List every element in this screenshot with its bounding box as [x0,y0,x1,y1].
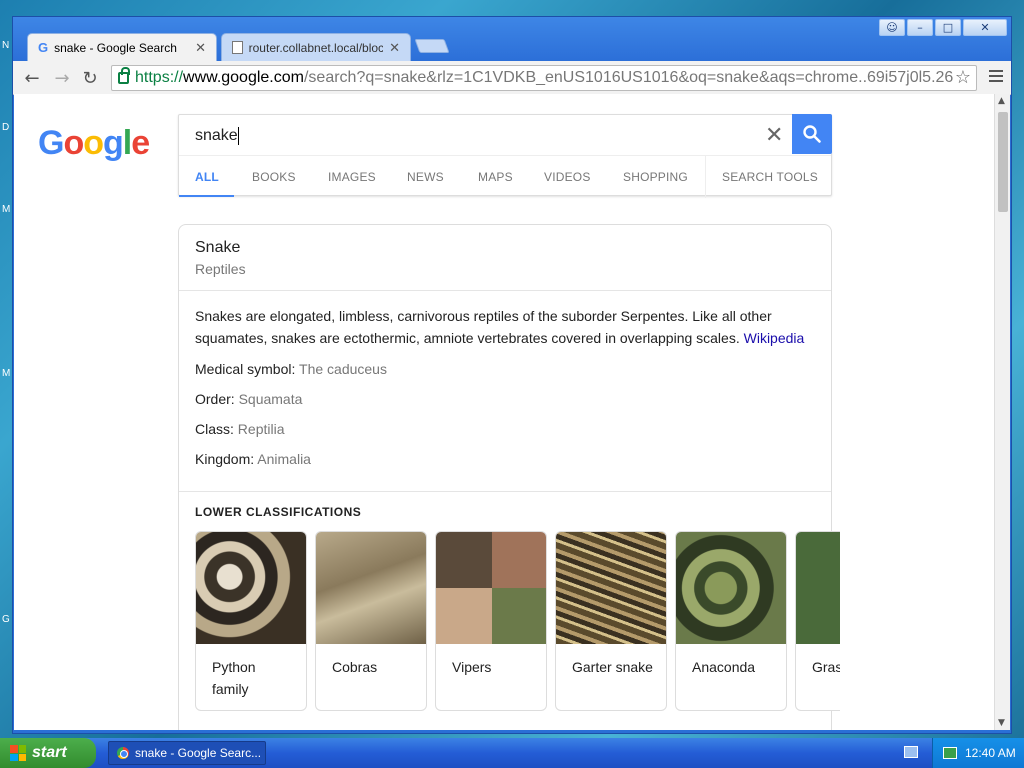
clear-search-icon[interactable]: ✕ [765,123,783,148]
classification-name: Grass snake [812,659,840,675]
windows-flag-icon [10,745,26,761]
scroll-down-icon[interactable]: ▼ [998,718,1005,728]
classification-name: Garter snake [572,659,653,675]
page-scrollbar[interactable]: ▲ ▼ [994,94,1010,730]
url-path: /search?q=snake&rlz=1C1VDKB_enUS1016US10… [303,69,954,86]
menu-icon[interactable] [989,70,1003,85]
fact-class: Class: Reptilia [195,421,285,437]
user-profile-button[interactable]: ☺ [879,19,905,36]
grass-snake-image [796,532,840,644]
classification-name: Vipers [452,659,492,675]
search-tools-button[interactable]: SEARCH TOOLS [722,170,818,184]
tab-title: snake - Google Search [54,40,177,55]
forward-button[interactable]: → [51,67,73,89]
entity-subtitle: Reptiles [195,261,246,277]
scroll-thumb[interactable] [998,112,1008,212]
anaconda-image [676,532,786,644]
tab-title: router.collabnet.local/blocke [248,40,384,55]
chrome-icon [117,747,129,759]
scroll-up-icon[interactable]: ▲ [998,96,1005,106]
fact-value[interactable]: The caduceus [299,361,387,377]
taskbar: start snake - Google Searc... 12:40 AM [0,738,1024,768]
classification-card[interactable]: Vipers [435,531,547,711]
wikipedia-link[interactable]: Wikipedia [744,330,805,346]
bookmark-star-icon[interactable]: ☆ [955,67,971,88]
desktop-icon-label: N [2,40,10,51]
classification-card[interactable]: Garter snake [555,531,667,711]
maximize-button[interactable]: □ [935,19,961,36]
search-icon [803,125,821,143]
close-window-button[interactable]: ✕ [963,19,1007,36]
close-tab-icon[interactable]: ✕ [195,40,206,56]
classification-card[interactable]: Grass snake [795,531,840,711]
start-label: start [32,744,67,761]
taskbar-item-label: snake - Google Searc... [135,746,262,760]
google-logo[interactable]: Google [38,124,150,163]
classification-carousel: Python family Cobras Vipers Garter snake… [195,531,840,715]
entity-description: Snakes are elongated, limbless, carnivor… [195,308,805,346]
knowledge-panel-header: Snake Reptiles [179,225,831,291]
url-host: www.google.com [183,69,304,86]
tab-all[interactable]: ALL [195,170,219,184]
tab-news[interactable]: NEWS [407,170,444,184]
tab-books[interactable]: BOOKS [252,170,296,184]
title-bar: ☺ – □ ✕ G snake - Google Search ✕ router… [13,17,1011,61]
classification-name: Python family [212,659,256,697]
garter-snake-image [556,532,666,644]
start-button[interactable]: start [0,738,96,768]
classification-card[interactable]: Cobras [315,531,427,711]
desktop-icon-label: M [2,368,11,379]
fact-value[interactable]: Squamata [239,391,303,407]
window-controls: ☺ – □ ✕ [879,19,1007,36]
desktop-icon-label: G [2,614,10,625]
classification-card[interactable]: Python family [195,531,307,711]
lower-classifications-heading: LOWER CLASSIFICATIONS [195,505,362,519]
reload-button[interactable]: ↻ [79,67,101,89]
tab-maps[interactable]: MAPS [478,170,513,184]
vipers-image [436,532,546,644]
search-box: snake ✕ ALL BOOKS IMAGES NEWS MAPS VIDEO… [178,114,832,198]
back-button[interactable]: ← [21,67,43,89]
classification-card[interactable]: Anaconda [675,531,787,711]
browser-toolbar: ← → ↻ https:// www.google.com /search?q=… [13,61,1011,95]
tab-google-search[interactable]: G snake - Google Search ✕ [27,33,217,61]
fact-medical-symbol: Medical symbol: The caduceus [195,361,387,377]
classification-name: Anaconda [692,659,756,675]
classification-name: Cobras [332,659,378,675]
document-icon [232,41,243,54]
tab-images[interactable]: IMAGES [328,170,376,184]
search-input[interactable]: snake [195,127,239,145]
tab-router[interactable]: router.collabnet.local/blocke ✕ [221,33,411,61]
system-tray: 12:40 AM [932,738,1024,768]
keyboard-icon[interactable] [904,746,918,758]
close-tab-icon[interactable]: ✕ [389,40,400,56]
network-icon[interactable] [943,747,957,759]
search-tabs: ALL BOOKS IMAGES NEWS MAPS VIDEOS SHOPPI… [179,155,831,198]
entity-title: Snake [195,239,241,256]
lock-icon [118,67,130,84]
active-tab-indicator [179,195,234,197]
tab-videos[interactable]: VIDEOS [544,170,591,184]
fact-value[interactable]: Animalia [257,451,311,467]
taskbar-item-chrome[interactable]: snake - Google Searc... [108,741,266,765]
cobra-image [316,532,426,644]
desktop-icon-label: D [2,122,10,133]
fact-order: Order: Squamata [195,391,303,407]
page-viewport: Google snake ✕ ALL BOOKS IMAGES NEWS MAP… [14,94,994,730]
clock[interactable]: 12:40 AM [965,746,1016,760]
fact-value[interactable]: Reptilia [238,421,285,437]
tab-shopping[interactable]: SHOPPING [623,170,688,184]
python-image [196,532,306,644]
minimize-button[interactable]: – [907,19,933,36]
fact-kingdom: Kingdom: Animalia [195,451,311,467]
address-bar[interactable]: https:// www.google.com /search?q=snake&… [111,65,977,91]
url-scheme: https:// [135,69,184,86]
divider [705,156,706,198]
new-tab-button[interactable] [414,39,450,53]
google-favicon-icon: G [38,40,49,55]
knowledge-panel: Snake Reptiles Snakes are elongated, lim… [178,224,840,730]
search-button[interactable] [792,114,832,154]
divider [179,491,831,492]
desktop-icon-label: M [2,204,11,215]
